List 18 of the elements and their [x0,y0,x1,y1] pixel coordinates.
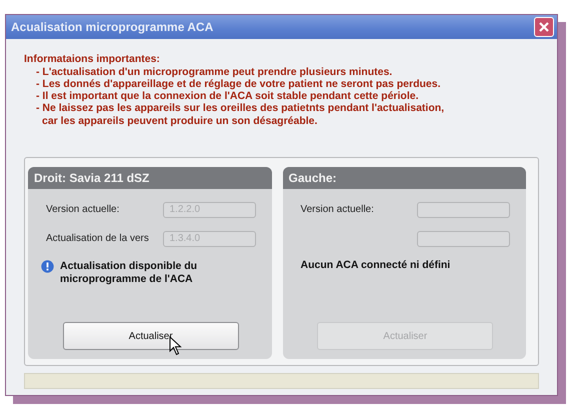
field-label: Version actuelle: [300,204,374,215]
close-button[interactable] [534,17,554,38]
status-message: Aucun ACA connecté ni défini [300,259,450,272]
field-label: Version actuelle: [46,204,120,215]
notice-heading: Informataions importantes: [24,53,161,66]
notice-text: - L'actualisation d'un microprogramme peut prendre plusieurs minutes. [35,66,394,78]
panel-title: Droit: Savia 211 dSZ [28,167,272,189]
window-title: Acualisation microprogramme ACA [11,20,214,34]
close-icon [538,21,550,34]
notice-text: - Ne laissez pas les appareils sur les oreilles des patietnts pendant l'actualisation, [35,102,446,115]
notice-text: car les appareils peuvent produire un son désagréable. [41,114,318,127]
status-message: Actualisation disponible du microprogramme de l'ACA [60,260,198,285]
field-label: Actualisation de la vers [46,233,149,244]
notice-text: - Les donnés d'appareillage et de réglage de votre patient ne seront pas perdues. [35,78,442,90]
info-icon [41,260,54,273]
notice-text: - Il est important que la connexion de l'ACA soit stable pendant cette périole. [35,90,420,102]
update-button[interactable]: Actualiser [62,322,239,350]
panel-title: Gauche: [282,167,526,189]
